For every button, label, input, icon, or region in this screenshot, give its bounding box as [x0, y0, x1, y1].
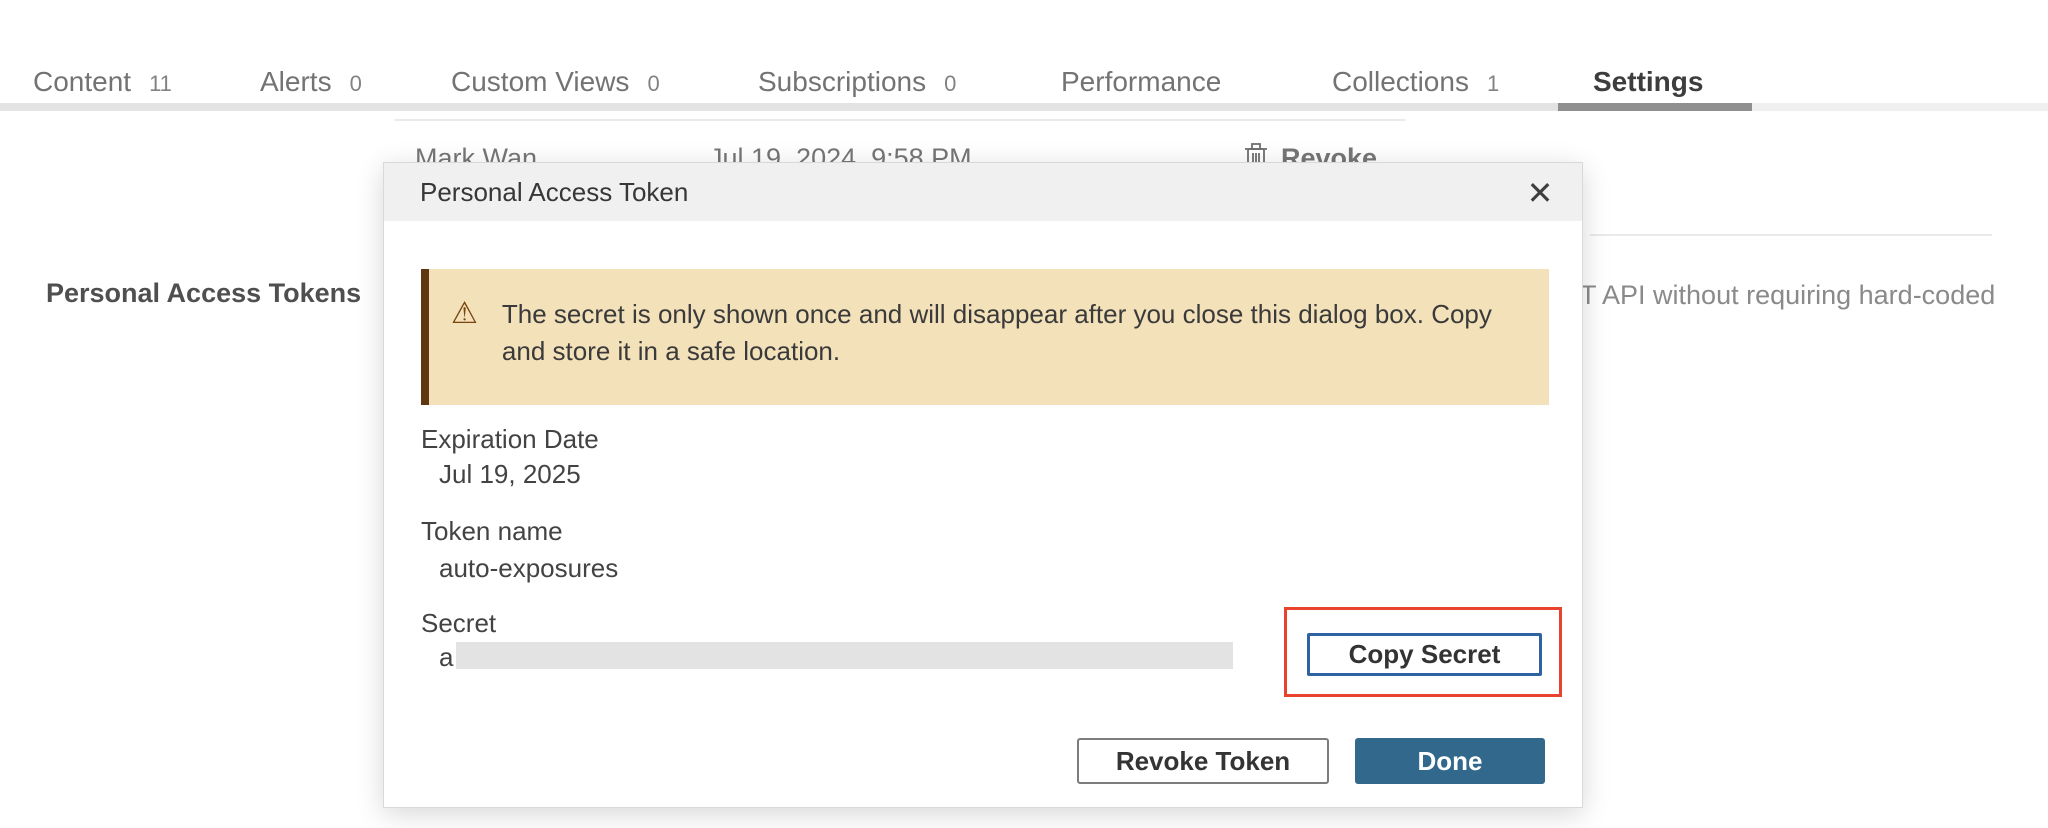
tab-collections[interactable]: Collections 1	[1332, 66, 1499, 98]
copy-secret-button[interactable]: Copy Secret	[1307, 633, 1542, 676]
tab-custom-views-label: Custom Views	[451, 66, 629, 98]
description-text-fragment: T API without requiring hard-coded	[1580, 280, 1995, 311]
tab-alerts-count: 0	[350, 71, 362, 97]
tab-performance[interactable]: Performance	[1061, 66, 1221, 98]
dialog-header: Personal Access Token ✕	[384, 163, 1582, 221]
settings-tab-underline	[1558, 103, 1752, 111]
done-button[interactable]: Done	[1355, 738, 1545, 784]
tab-underline	[0, 103, 1558, 111]
secret-redacted-bar	[456, 642, 1233, 669]
tab-underline-right	[1752, 103, 2048, 111]
tab-performance-label: Performance	[1061, 66, 1221, 98]
table-row-divider	[395, 119, 1405, 121]
secret-value-prefix: a	[439, 642, 453, 673]
expiration-date-label: Expiration Date	[421, 424, 599, 455]
tab-subscriptions-count: 0	[944, 71, 956, 97]
revoke-token-button[interactable]: Revoke Token	[1077, 738, 1329, 784]
secret-label: Secret	[421, 608, 496, 639]
tab-custom-views[interactable]: Custom Views 0	[451, 66, 660, 98]
tab-alerts-label: Alerts	[260, 66, 332, 98]
revoke-link[interactable]: Revoke	[1281, 143, 1377, 163]
dialog-title: Personal Access Token	[420, 177, 688, 208]
tab-content-count: 11	[149, 71, 172, 97]
tab-subscriptions[interactable]: Subscriptions 0	[758, 66, 956, 98]
tab-subscriptions-label: Subscriptions	[758, 66, 926, 98]
table-row: Mark Wan Jul 19, 2024, 9:58 PM Revoke	[0, 140, 2048, 163]
tab-content[interactable]: Content 11	[33, 66, 172, 98]
tab-custom-views-count: 0	[647, 71, 659, 97]
warning-icon: ⚠	[451, 296, 478, 332]
token-owner-cell: Mark Wan	[415, 143, 537, 163]
warning-banner: ⚠ The secret is only shown once and will…	[421, 269, 1549, 405]
token-name-value: auto-exposures	[439, 553, 618, 584]
tab-content-label: Content	[33, 66, 131, 98]
page: Content 11 Alerts 0 Custom Views 0 Subsc…	[0, 0, 2048, 828]
tab-alerts[interactable]: Alerts 0	[260, 66, 362, 98]
personal-access-token-dialog: Personal Access Token ✕ ⚠ The secret is …	[383, 162, 1583, 808]
warning-message: The secret is only shown once and will d…	[502, 296, 1509, 370]
expiration-date-value: Jul 19, 2025	[439, 459, 581, 490]
trash-icon[interactable]	[1244, 142, 1268, 163]
personal-access-tokens-heading: Personal Access Tokens	[46, 278, 361, 309]
tab-collections-label: Collections	[1332, 66, 1469, 98]
section-divider	[1590, 234, 1992, 236]
tab-collections-count: 1	[1487, 71, 1499, 97]
close-icon[interactable]: ✕	[1518, 171, 1562, 215]
token-date-cell: Jul 19, 2024, 9:58 PM	[709, 143, 972, 163]
token-name-label: Token name	[421, 516, 563, 547]
tab-settings-label: Settings	[1593, 66, 1703, 98]
tab-settings[interactable]: Settings	[1593, 66, 1703, 98]
